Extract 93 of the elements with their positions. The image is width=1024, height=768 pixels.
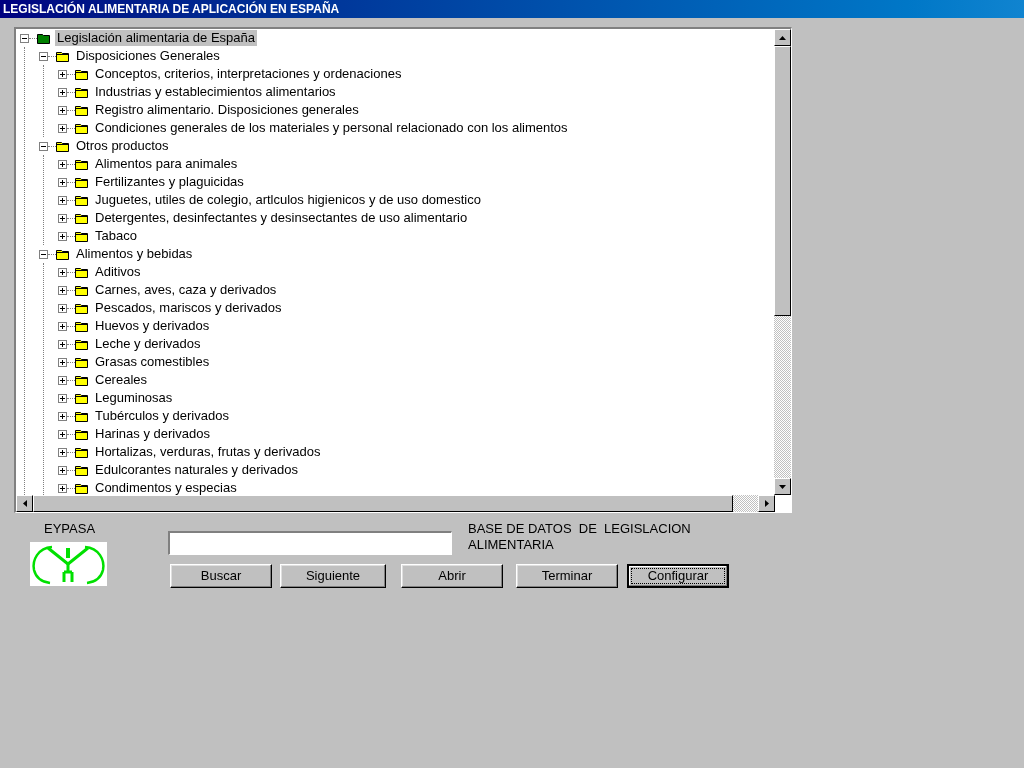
- folder-icon: [75, 428, 88, 440]
- logo-label: EYPASA: [44, 522, 96, 536]
- up-arrow-icon: [779, 35, 786, 40]
- scroll-left-button[interactable]: [16, 495, 33, 512]
- folder-icon: [75, 284, 88, 296]
- tree-item[interactable]: Condimentos y especias: [93, 480, 239, 495]
- vertical-scrollbar[interactable]: [774, 29, 791, 495]
- expand-icon[interactable]: [58, 321, 67, 331]
- folder-icon: [75, 302, 88, 314]
- tree-item[interactable]: Hortalizas, verduras, frutas y derivados: [93, 444, 323, 460]
- tree-item[interactable]: Pescados, mariscos y derivados: [93, 300, 284, 316]
- toolbar-button[interactable]: Siguiente: [280, 564, 386, 588]
- expand-icon[interactable]: [58, 357, 67, 367]
- scroll-up-button[interactable]: [774, 29, 791, 46]
- folder-icon: [75, 446, 88, 458]
- expand-icon[interactable]: [58, 411, 67, 421]
- toolbar-button[interactable]: Terminar: [516, 564, 618, 588]
- expand-icon[interactable]: [58, 465, 67, 475]
- folder-icon: [75, 176, 88, 188]
- folder-icon: [75, 104, 88, 116]
- root-folder-icon: [37, 32, 50, 44]
- down-arrow-icon: [779, 484, 786, 489]
- expand-icon[interactable]: [58, 177, 67, 187]
- folder-icon: [75, 320, 88, 332]
- folder-icon: [56, 50, 69, 62]
- expand-icon[interactable]: [58, 429, 67, 439]
- folder-icon: [75, 230, 88, 242]
- window-title: LEGISLACIÓN ALIMENTARIA DE APLICACIÓN EN ESPAÑA: [3, 0, 340, 18]
- folder-icon: [56, 248, 69, 260]
- toolbar-button[interactable]: Configurar: [627, 564, 729, 588]
- tree-item[interactable]: Alimentos para animales: [93, 156, 240, 172]
- folder-icon: [75, 212, 88, 224]
- expand-icon[interactable]: [58, 375, 67, 385]
- expand-icon[interactable]: [58, 393, 67, 403]
- expand-icon[interactable]: [58, 105, 67, 115]
- tree-item[interactable]: Harinas y derivados: [93, 426, 212, 442]
- left-arrow-icon: [22, 500, 27, 507]
- toolbar-button[interactable]: Buscar: [170, 564, 272, 588]
- expand-icon[interactable]: [58, 195, 67, 205]
- search-field[interactable]: [168, 531, 452, 555]
- collapse-icon[interactable]: [39, 141, 48, 151]
- tree-item[interactable]: Fertilizantes y plaguicidas: [93, 174, 246, 190]
- expand-icon[interactable]: [58, 267, 67, 277]
- expand-icon[interactable]: [58, 447, 67, 457]
- scroll-down-button[interactable]: [774, 478, 791, 495]
- folder-icon: [75, 68, 88, 80]
- folder-icon: [75, 464, 88, 476]
- folder-icon: [75, 482, 88, 494]
- toolbar-button[interactable]: Abrir: [401, 564, 503, 588]
- tree-item[interactable]: Registro alimentario. Disposiciones generales: [93, 102, 361, 118]
- tree-item[interactable]: Edulcorantes naturales y derivados: [93, 462, 301, 478]
- expand-icon[interactable]: [58, 303, 67, 313]
- tree-item[interactable]: Leguminosas: [93, 390, 175, 406]
- collapse-icon[interactable]: [39, 51, 48, 61]
- folder-icon: [75, 158, 88, 170]
- folder-icon: [75, 338, 88, 350]
- expand-icon[interactable]: [58, 159, 67, 169]
- folder-icon: [56, 140, 69, 152]
- scroll-right-button[interactable]: [758, 495, 775, 512]
- tree-item[interactable]: Disposiciones Generales: [74, 48, 222, 64]
- tree-item[interactable]: Industrias y establecimientos alimentarios: [93, 84, 338, 100]
- tree-item[interactable]: Conceptos, criterios, interpretaciones y ordenaciones: [93, 66, 404, 82]
- expand-icon[interactable]: [58, 87, 67, 97]
- expand-icon[interactable]: [58, 483, 67, 493]
- scroll-thumb[interactable]: [774, 46, 791, 316]
- expand-icon[interactable]: [58, 285, 67, 295]
- tree-item[interactable]: Condiciones generales de los materiales y personal relacionado con los alimentos: [93, 120, 570, 136]
- expand-icon[interactable]: [58, 213, 67, 223]
- collapse-icon[interactable]: [20, 33, 29, 43]
- tree-item[interactable]: Detergentes, desinfectantes y desinsectantes de uso alimentario: [93, 210, 470, 226]
- tree-item[interactable]: Otros productos: [74, 138, 171, 154]
- folder-icon: [75, 410, 88, 422]
- folder-icon: [75, 392, 88, 404]
- tree-item[interactable]: Tubérculos y derivados: [93, 408, 231, 424]
- collapse-icon[interactable]: [39, 249, 48, 259]
- database-caption: BASE DE DATOS DE LEGISLACION ALIMENTARIA: [468, 521, 692, 554]
- expand-icon[interactable]: [58, 123, 67, 133]
- folder-icon: [75, 122, 88, 134]
- folder-icon: [75, 374, 88, 386]
- tree-item[interactable]: Legislación alimentaria de España: [55, 30, 257, 46]
- tree-item[interactable]: Huevos y derivados: [93, 318, 212, 334]
- folder-icon: [75, 86, 88, 98]
- folder-icon: [75, 266, 88, 278]
- right-arrow-icon: [764, 500, 769, 507]
- folder-icon: [75, 356, 88, 368]
- folder-icon: [75, 194, 88, 206]
- expand-icon[interactable]: [58, 231, 67, 241]
- tree-item[interactable]: Alimentos y bebidas: [74, 246, 195, 262]
- tree-item[interactable]: Leche y derivados: [93, 336, 203, 352]
- tree-item[interactable]: Juguetes, utiles de colegio, artlculos higienicos y de uso domestico: [93, 192, 483, 208]
- expand-icon[interactable]: [58, 339, 67, 349]
- expand-icon[interactable]: [58, 69, 67, 79]
- tree-item[interactable]: Carnes, aves, caza y derivados: [93, 282, 279, 298]
